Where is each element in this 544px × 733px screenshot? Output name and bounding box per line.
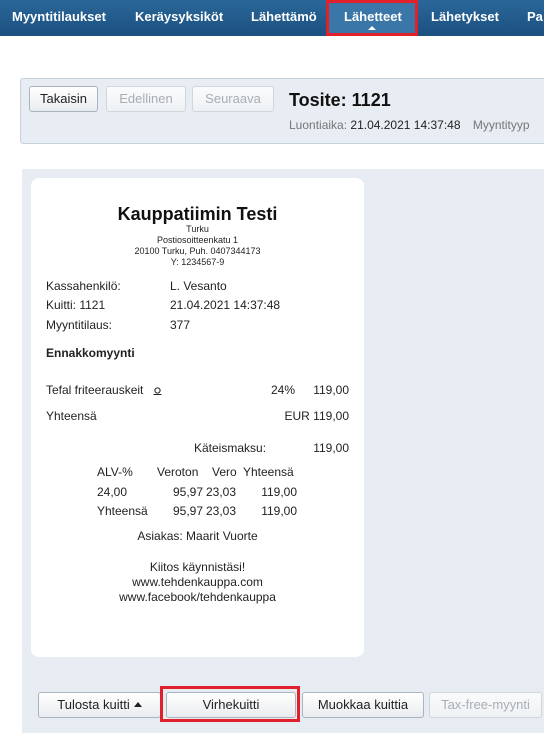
tab-lahetteet[interactable]: Lähetteet [326, 0, 418, 36]
total-label: Yhteensä [46, 409, 97, 423]
print-receipt-label: Tulosta kuitti [57, 697, 130, 712]
next-button[interactable]: Seuraava [192, 86, 274, 112]
dropdown-up-icon [133, 702, 142, 707]
document-header-panel: Takaisin Edellinen Seuraava Tosite: 1121… [20, 78, 544, 144]
document-meta: Luontiaika: 21.04.2021 14:37:48 Myyntity… [289, 118, 530, 132]
vat-header: Vero [212, 465, 237, 479]
top-navigation: Myyntitilaukset Keräysyksiköt Lähettämö … [0, 0, 544, 36]
item-name: Tefal friteerauskeit [46, 383, 144, 397]
vat-cell: 119,00 [261, 504, 297, 518]
receipt-datetime: 21.04.2021 14:37:48 [170, 298, 281, 312]
vat-header: Veroton [157, 465, 199, 479]
total-value: EUR 119,00 [284, 409, 349, 423]
vat-header: Yhteensä [243, 465, 294, 479]
receipt-preview: Kauppatiimin Testi Turku Postiosoitteenk… [31, 178, 364, 657]
vat-cell: 23,03 [206, 504, 237, 518]
address-line: Y: 1234567-9 [170, 257, 225, 267]
highlight-box [160, 686, 300, 722]
address-line: 20100 Turku, Puh. 0407344173 [134, 246, 261, 256]
customer-line: Asiakas: Maarit Vuorte [137, 529, 258, 543]
tab-lahettamo[interactable]: Lähettämö [251, 0, 317, 36]
tab-partial[interactable]: Pa [527, 0, 543, 36]
item-price: 119,00 [313, 383, 349, 397]
facebook-line: www.facebook/tehdenkauppa [119, 590, 276, 604]
vat-cell: 95,97 [172, 504, 203, 518]
website-line: www.tehdenkauppa.com [132, 575, 263, 589]
print-receipt-button[interactable]: Tulosta kuitti [38, 692, 161, 718]
vat-cell: 24,00 [97, 485, 128, 499]
shop-name: Kauppatiimin Testi [117, 204, 278, 224]
address-line: Turku [186, 224, 209, 234]
item-info-icon[interactable] [153, 387, 162, 395]
receipt-number: Kuitti: 1121 [46, 298, 106, 312]
payment-value: 119,00 [313, 441, 349, 455]
tab-lahetteet-label: Lähetteet [344, 9, 402, 24]
item-row: Tefal friteerauskeit [46, 383, 162, 397]
tax-free-sale-button[interactable]: Tax-free-myynti [429, 692, 542, 718]
sales-type-label: Myyntityyp [472, 118, 530, 132]
cashier-value: L. Vesanto [170, 279, 227, 293]
active-tab-caret-icon [368, 26, 376, 30]
vat-cell: Yhteensä [97, 504, 148, 518]
payment-label: Käteismaksu: [194, 441, 267, 455]
vat-cell: 119,00 [261, 485, 297, 499]
created-label: Luontiaika: [289, 118, 348, 132]
cashier-label: Kassahenkilö: [46, 279, 121, 293]
order-value: 377 [170, 318, 191, 332]
vat-cell: 95,97 [172, 485, 203, 499]
section-title: Ennakkomyynti [46, 346, 135, 360]
edit-receipt-button[interactable]: Muokkaa kuittia [302, 692, 424, 718]
page-title: Tosite: 1121 [289, 90, 391, 110]
vat-cell: 23,03 [206, 485, 237, 499]
tab-keraysyksikot[interactable]: Keräysyksiköt [135, 0, 223, 36]
tab-myyntitilaukset[interactable]: Myyntitilaukset [12, 0, 106, 36]
tab-lahetykset[interactable]: Lähetykset [431, 0, 499, 36]
thanks-line: Kiitos käynnistäsi! [149, 560, 246, 574]
vat-header: ALV-% [97, 465, 133, 479]
previous-button[interactable]: Edellinen [106, 86, 186, 112]
order-label: Myyntitilaus: [46, 318, 113, 332]
created-value: 21.04.2021 14:37:48 [350, 118, 461, 132]
item-vat: 24% [270, 383, 295, 397]
back-button[interactable]: Takaisin [29, 86, 98, 112]
address-line: Postiosoitteenkatu 1 [156, 235, 239, 245]
